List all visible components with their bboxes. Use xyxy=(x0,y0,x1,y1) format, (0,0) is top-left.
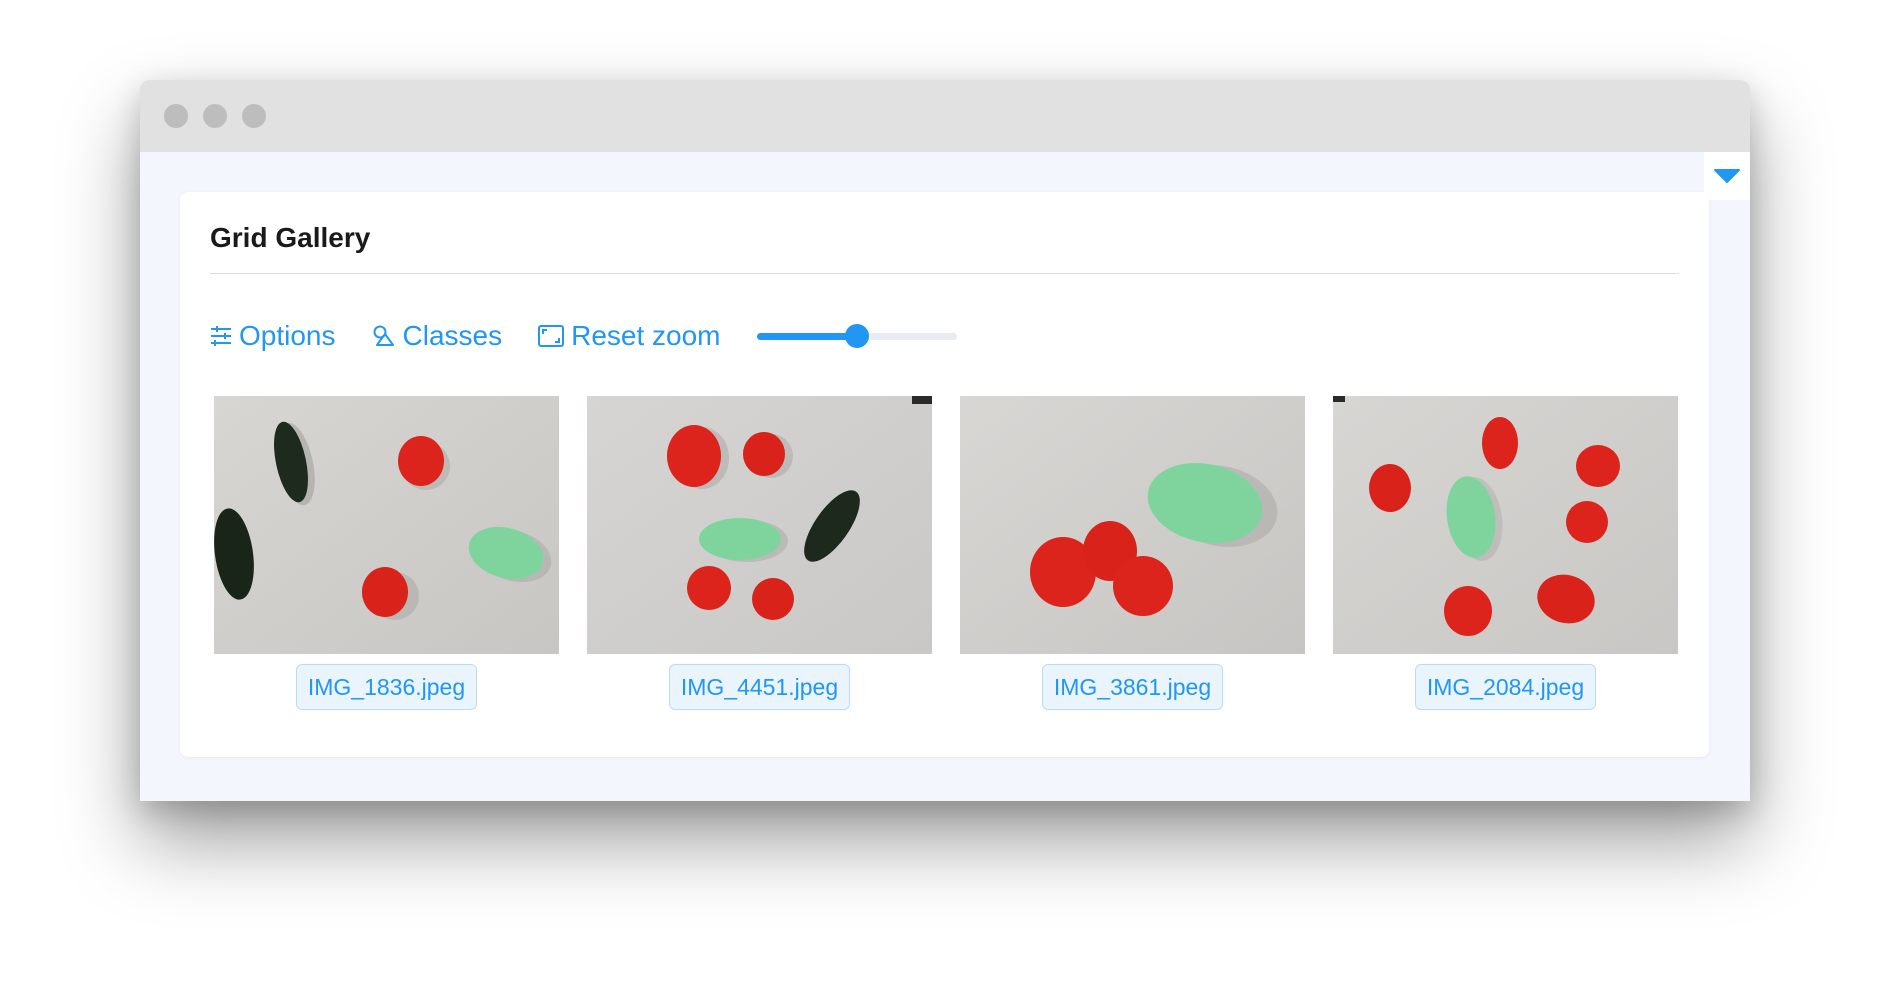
filename-tag[interactable]: IMG_1836.jpeg xyxy=(295,664,478,710)
app-window: Grid Gallery Options Classes Reset zoom … xyxy=(140,80,1750,801)
grid-gallery-card: Grid Gallery Options Classes Reset zoom … xyxy=(180,192,1709,757)
gallery-image[interactable] xyxy=(960,396,1305,654)
options-button[interactable]: Options xyxy=(210,320,336,352)
gallery-toolbar: Options Classes Reset zoom xyxy=(210,316,957,356)
frame-corners-icon xyxy=(538,325,565,347)
window-minimize-dot[interactable] xyxy=(203,104,227,128)
gallery-tile[interactable]: IMG_1836.jpeg xyxy=(214,396,559,710)
gallery-image[interactable] xyxy=(1333,396,1678,654)
gallery-image[interactable] xyxy=(587,396,932,654)
title-divider xyxy=(210,273,1679,274)
classes-button[interactable]: Classes xyxy=(372,320,503,352)
window-content: Grid Gallery Options Classes Reset zoom … xyxy=(140,152,1750,801)
sliders-icon xyxy=(211,326,231,346)
zoom-slider[interactable] xyxy=(756,323,957,349)
classes-label: Classes xyxy=(402,320,503,351)
zoom-slider-fill xyxy=(756,333,857,340)
shapes-icon xyxy=(373,325,394,346)
gallery-tile[interactable]: IMG_2084.jpeg xyxy=(1333,396,1678,710)
reset-zoom-label: Reset zoom xyxy=(571,320,721,351)
zoom-slider-thumb[interactable] xyxy=(844,324,869,348)
reset-zoom-button[interactable]: Reset zoom xyxy=(538,320,721,352)
window-titlebar xyxy=(140,80,1750,152)
filename-tag[interactable]: IMG_2084.jpeg xyxy=(1414,664,1597,710)
image-grid: IMG_1836.jpeg IMG_4451.jpeg IMG_3861.jpe… xyxy=(214,396,1678,710)
card-title: Grid Gallery xyxy=(210,222,371,253)
filename-tag[interactable]: IMG_3861.jpeg xyxy=(1041,664,1224,710)
collapse-toggle[interactable] xyxy=(1704,152,1750,200)
window-close-dot[interactable] xyxy=(164,104,188,128)
window-maximize-dot[interactable] xyxy=(242,104,266,128)
options-label: Options xyxy=(239,320,336,351)
gallery-image[interactable] xyxy=(214,396,559,654)
gallery-tile[interactable]: IMG_4451.jpeg xyxy=(587,396,932,710)
caret-down-icon xyxy=(1714,169,1740,183)
gallery-tile[interactable]: IMG_3861.jpeg xyxy=(960,396,1305,710)
filename-tag[interactable]: IMG_4451.jpeg xyxy=(668,664,851,710)
